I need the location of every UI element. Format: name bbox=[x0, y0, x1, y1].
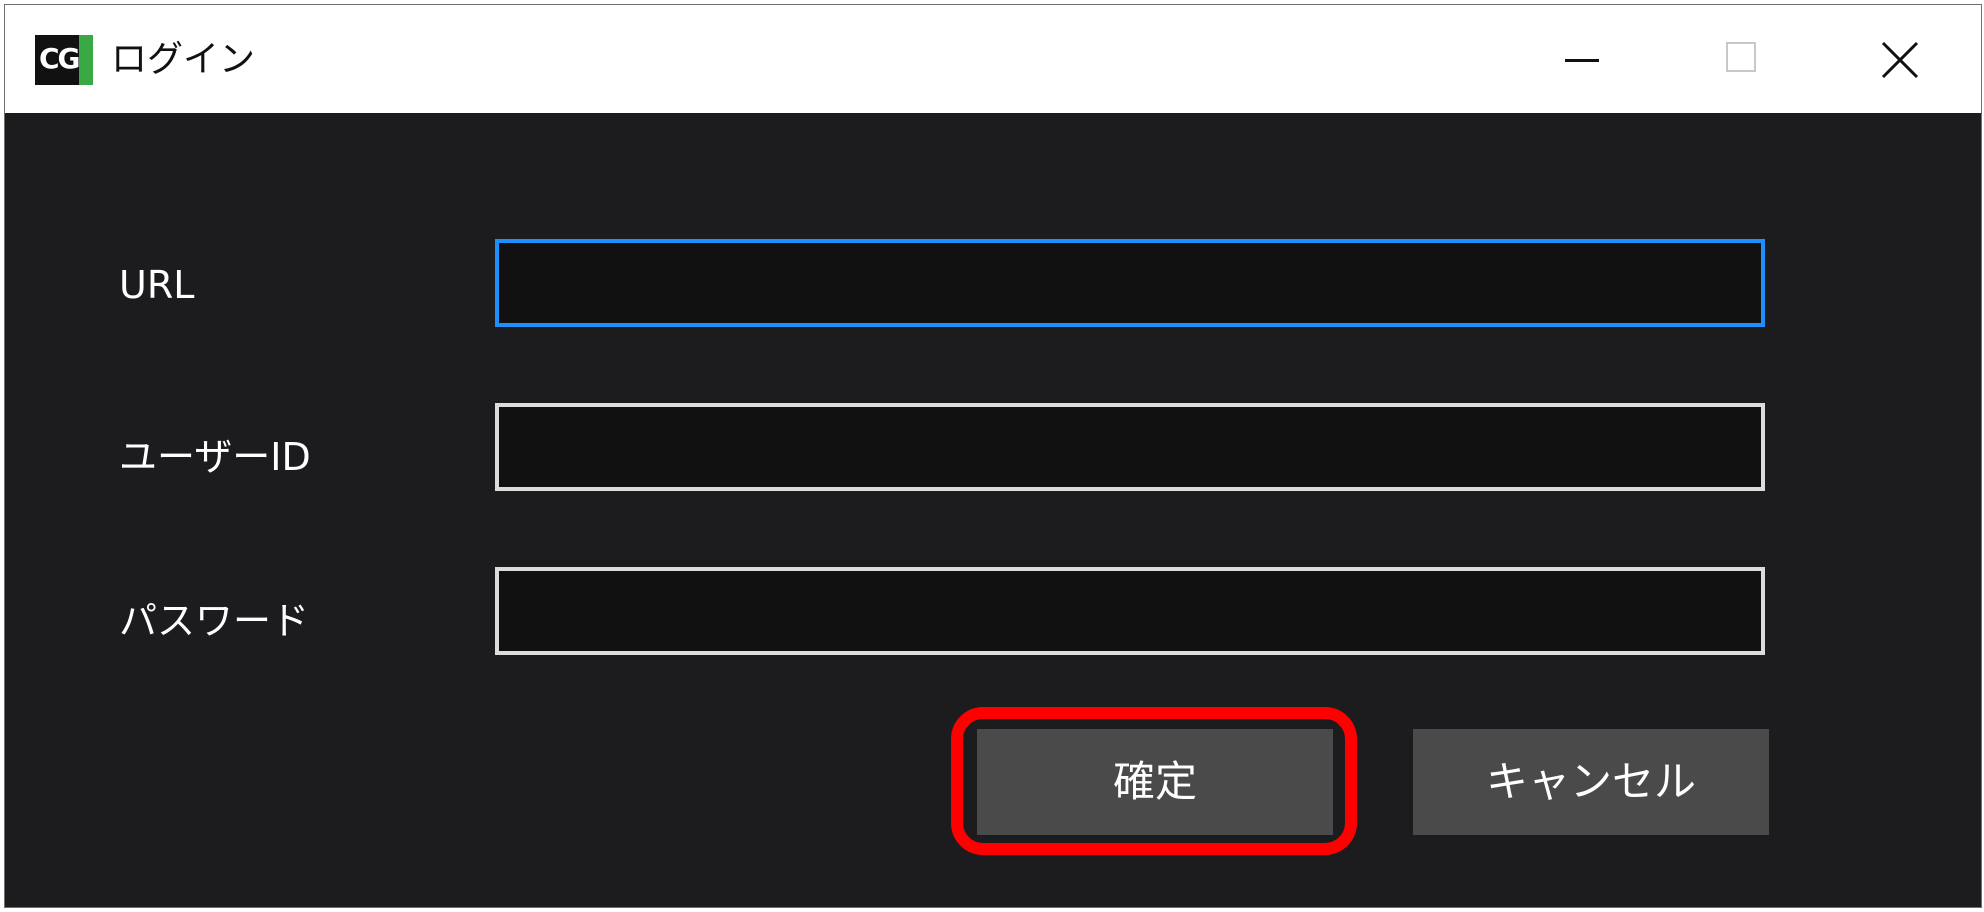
cancel-button[interactable]: キャンセル bbox=[1413, 729, 1769, 835]
user-id-label: ユーザーID bbox=[119, 435, 311, 479]
url-input[interactable] bbox=[499, 243, 1761, 323]
logo-accent-stripe bbox=[79, 35, 93, 85]
login-window: CG ログイン URL ユーザーID パスワード 確定 キャンセル bbox=[4, 4, 1982, 908]
form-body: URL ユーザーID パスワード 確定 キャンセル bbox=[5, 113, 1981, 907]
close-icon bbox=[1881, 41, 1919, 79]
title-bar[interactable]: CG ログイン bbox=[5, 5, 1981, 113]
app-logo-icon: CG bbox=[35, 35, 93, 85]
close-button[interactable] bbox=[1827, 5, 1975, 113]
user-id-field[interactable] bbox=[495, 403, 1765, 491]
confirm-button[interactable]: 確定 bbox=[977, 729, 1333, 835]
minimize-icon bbox=[1565, 59, 1599, 62]
maximize-button[interactable] bbox=[1669, 5, 1817, 113]
user-id-input[interactable] bbox=[499, 407, 1761, 487]
window-title: ログイン bbox=[111, 39, 256, 80]
minimize-button[interactable] bbox=[1511, 5, 1659, 113]
password-input[interactable] bbox=[499, 571, 1761, 651]
password-label: パスワード bbox=[119, 599, 310, 643]
maximize-icon bbox=[1726, 42, 1756, 72]
password-field[interactable] bbox=[495, 567, 1765, 655]
app-logo-text: CG bbox=[39, 42, 81, 75]
url-field[interactable] bbox=[495, 239, 1765, 327]
url-label: URL bbox=[119, 263, 195, 307]
